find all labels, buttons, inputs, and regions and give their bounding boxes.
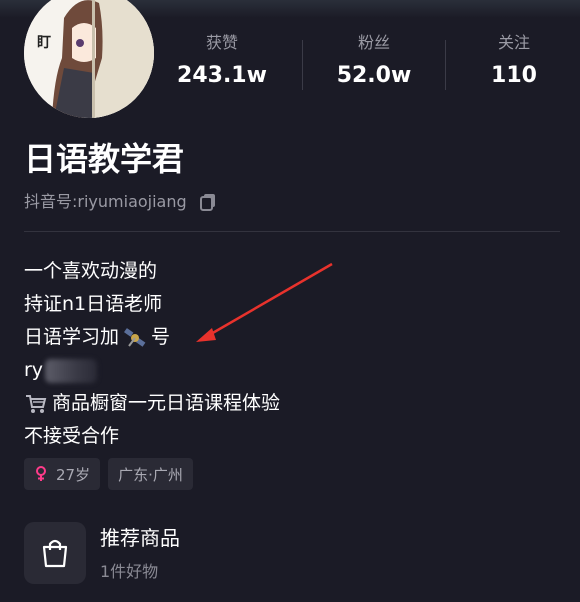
female-icon bbox=[36, 466, 46, 481]
account-id-label: 抖音号: bbox=[24, 192, 78, 211]
stat-likes-label: 获赞 bbox=[205, 33, 238, 52]
age-tag: 27岁 bbox=[24, 458, 101, 490]
recommend-icon-box bbox=[24, 522, 86, 584]
shopping-bag-icon bbox=[42, 539, 68, 568]
profile-name: 日语教学君 bbox=[24, 140, 185, 178]
stat-followers[interactable]: 粉丝 52.0w bbox=[314, 34, 434, 89]
account-id-text: 抖音号:riyumiaojiang bbox=[24, 192, 187, 212]
bio-line-5: 商品橱窗一元日语课程体验 bbox=[52, 392, 281, 414]
stat-likes[interactable]: 获赞 243.1w bbox=[162, 34, 282, 89]
tag-row: 27岁 广东·广州 bbox=[24, 458, 193, 490]
section-divider bbox=[24, 231, 560, 232]
stats-row: 获赞 243.1w 粉丝 52.0w 关注 110 bbox=[162, 34, 580, 94]
stat-following[interactable]: 关注 110 bbox=[454, 34, 574, 89]
copy-icon[interactable] bbox=[199, 193, 217, 211]
bio-line-4-prefix: ry bbox=[24, 359, 44, 381]
redacted-blur bbox=[45, 358, 98, 383]
bio-line: 商品橱窗一元日语课程体验 bbox=[24, 387, 280, 420]
stat-followers-value: 52.0w bbox=[336, 63, 412, 88]
avatar[interactable]: 盯 bbox=[24, 0, 154, 118]
bio-line-2: 持证n1日语老师 bbox=[24, 293, 163, 315]
avatar-illustration bbox=[24, 0, 154, 118]
stat-following-value: 110 bbox=[491, 63, 537, 88]
stat-likes-value: 243.1w bbox=[177, 63, 267, 88]
bio-line-3-before: 日语学习加 bbox=[24, 326, 120, 348]
annotation-arrow bbox=[196, 262, 333, 342]
account-id-value: riyumiaojiang bbox=[77, 192, 187, 211]
bio-line: 不接受合作 bbox=[24, 420, 280, 453]
recommend-subtitle: 1件好物 bbox=[100, 562, 159, 581]
avatar-text: 盯 bbox=[37, 35, 51, 51]
bio-line: ry bbox=[24, 354, 280, 387]
location-tag: 广东·广州 bbox=[108, 458, 193, 490]
shopping-cart-icon bbox=[26, 394, 47, 413]
stat-following-label: 关注 bbox=[497, 33, 530, 52]
bio-line-3-after: 号 bbox=[151, 326, 171, 348]
recommend-title: 推荐商品 bbox=[100, 526, 180, 550]
account-id-row: 抖音号:riyumiaojiang bbox=[24, 192, 217, 212]
age-tag-text: 27岁 bbox=[56, 465, 91, 484]
stat-followers-label: 粉丝 bbox=[357, 33, 390, 52]
stat-divider bbox=[302, 40, 303, 90]
bio-line-6: 不接受合作 bbox=[24, 425, 120, 447]
location-tag-text: 广东·广州 bbox=[118, 465, 183, 484]
stat-divider bbox=[445, 40, 446, 90]
satellite-icon bbox=[124, 327, 146, 347]
bio-line-1: 一个喜欢动漫的 bbox=[24, 260, 158, 282]
recommend-products[interactable]: 推荐商品 1件好物 bbox=[24, 522, 564, 602]
